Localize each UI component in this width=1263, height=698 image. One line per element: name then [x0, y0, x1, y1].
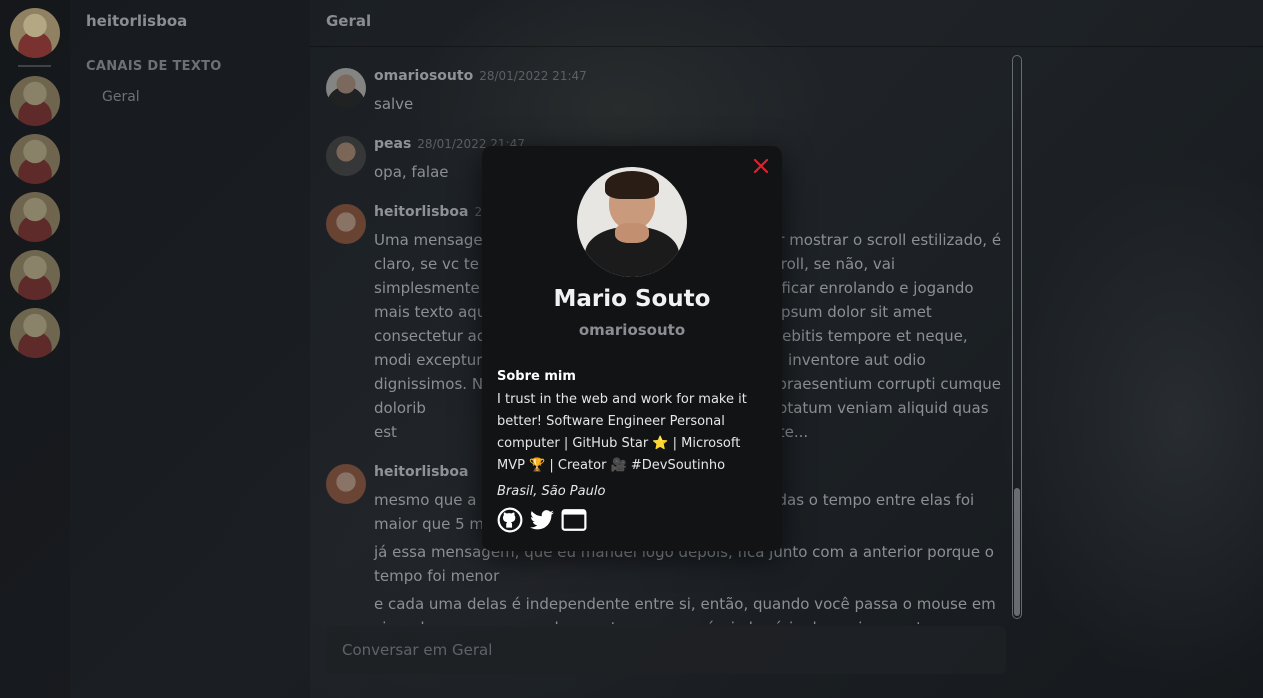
channels-sidebar: heitorlisboa CANAIS DE TEXTO Geral: [70, 0, 310, 698]
server-avatar[interactable]: [10, 250, 60, 300]
server-avatar[interactable]: [10, 192, 60, 242]
servers-sidebar: [0, 0, 70, 698]
profile-links: [497, 507, 587, 533]
profile-handle: omariosouto: [578, 321, 686, 339]
chat-title: Geral: [326, 12, 372, 30]
channel-category-title: CANAIS DE TEXTO: [86, 59, 222, 74]
chat-header-divider: [310, 46, 1263, 47]
avatar[interactable]: [326, 136, 366, 176]
website-icon[interactable]: [561, 507, 587, 533]
message-author[interactable]: heitorlisboa: [374, 464, 469, 480]
servers-separator: [18, 65, 51, 67]
message-author[interactable]: omariosouto 28/01/2022 21:47: [374, 68, 587, 84]
channel-item-geral[interactable]: Geral: [102, 89, 140, 105]
server-avatar[interactable]: [10, 308, 60, 358]
profile-location: Brasil, São Paulo: [497, 484, 606, 499]
profile-photo: [577, 167, 687, 277]
scrollbar-thumb[interactable]: [1014, 488, 1020, 616]
server-avatar[interactable]: [10, 76, 60, 126]
message-text: e cada uma delas é independente entre si…: [374, 595, 996, 624]
profile-modal: Mario Souto omariosouto Sobre mim I trus…: [482, 146, 782, 551]
server-avatar[interactable]: [10, 8, 60, 58]
github-icon[interactable]: [497, 507, 523, 533]
profile-name: Mario Souto: [553, 286, 711, 312]
guild-name: heitorlisboa: [86, 12, 188, 30]
message-author[interactable]: heitorlisboa28: [374, 204, 490, 220]
avatar[interactable]: [326, 464, 366, 504]
message-composer: [326, 626, 1006, 674]
avatar[interactable]: [326, 204, 366, 244]
close-icon[interactable]: [750, 155, 772, 177]
about-text: I trust in the web and work for make it …: [497, 392, 747, 473]
twitter-icon[interactable]: [529, 507, 555, 533]
message-time: 28/01/2022 21:47: [479, 69, 587, 83]
about-title: Sobre mim: [497, 369, 576, 384]
message-text: salve: [374, 95, 414, 113]
avatar[interactable]: [326, 68, 366, 108]
server-avatar[interactable]: [10, 134, 60, 184]
message-input[interactable]: [326, 626, 1006, 674]
